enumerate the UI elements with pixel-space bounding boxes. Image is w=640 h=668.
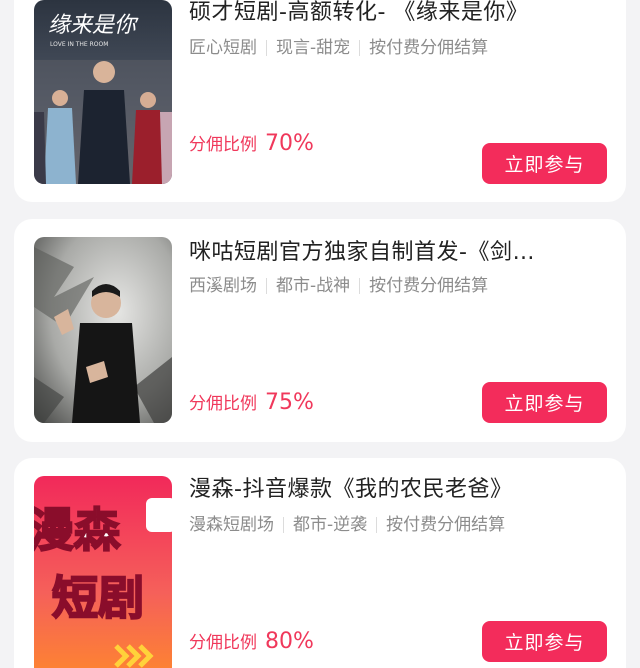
tag-divider [359, 278, 361, 294]
join-button[interactable]: 立即参与 [482, 621, 607, 662]
drama-card-list: 缘来是你 LOVE IN THE ROOM 硕才短剧-高额转化- 《缘来是你》 … [0, 0, 640, 668]
commission-value: 70% [265, 131, 314, 156]
drama-poster[interactable] [34, 237, 172, 423]
drama-title[interactable]: 咪咕短剧官方独家自制首发-《剑… [189, 238, 598, 268]
poster-image: 漫森 短剧 [34, 476, 172, 668]
tag-studio: 匠心短剧 [189, 38, 257, 58]
poster-subtitle: LOVE IN THE ROOM [50, 41, 108, 48]
tag-studio: 西溪剧场 [189, 276, 257, 296]
tag-settlement: 按付费分佣结算 [369, 38, 489, 58]
poster-image: 缘来是你 LOVE IN THE ROOM [34, 0, 172, 184]
tag-divider [376, 517, 378, 533]
join-button[interactable]: 立即参与 [482, 382, 607, 423]
tag-divider [359, 40, 361, 56]
commission-label: 分佣比例 [189, 394, 257, 414]
commission-ratio: 分佣比例 70% [189, 130, 314, 159]
tag-settlement: 按付费分佣结算 [369, 276, 489, 296]
drama-poster[interactable]: 缘来是你 LOVE IN THE ROOM [34, 0, 172, 184]
drama-card[interactable]: 咪咕短剧官方独家自制首发-《剑… 西溪剧场 都市-战神 按付费分佣结算 分佣比例… [14, 219, 626, 442]
poster-image [34, 237, 172, 423]
commission-label: 分佣比例 [189, 135, 257, 155]
commission-ratio: 分佣比例 75% [189, 389, 314, 418]
commission-value: 75% [265, 390, 314, 415]
drama-tags: 西溪剧场 都市-战神 按付费分佣结算 [189, 274, 606, 298]
poster-line2: 短剧 [52, 571, 144, 625]
drama-title[interactable]: 硕才短剧-高额转化- 《缘来是你》 [189, 0, 598, 28]
tag-settlement: 按付费分佣结算 [386, 515, 506, 535]
drama-title[interactable]: 漫森-抖音爆款《我的农民老爸》 [189, 475, 598, 505]
tag-genre: 现言-甜宠 [276, 38, 351, 58]
poster-line1: 漫森 [34, 503, 121, 557]
join-button[interactable]: 立即参与 [482, 143, 607, 184]
tag-genre: 都市-战神 [276, 276, 351, 296]
tag-divider [266, 40, 267, 56]
commission-ratio: 分佣比例 80% [189, 628, 314, 657]
poster-title: 缘来是你 [48, 13, 139, 38]
commission-value: 80% [265, 629, 314, 654]
commission-label: 分佣比例 [189, 633, 257, 653]
tag-studio: 漫森短剧场 [189, 515, 274, 535]
tag-divider [266, 278, 267, 294]
tag-genre: 都市-逆袭 [293, 515, 368, 535]
drama-card[interactable]: 缘来是你 LOVE IN THE ROOM 硕才短剧-高额转化- 《缘来是你》 … [14, 0, 626, 202]
drama-tags: 匠心短剧 现言-甜宠 按付费分佣结算 [189, 36, 606, 60]
drama-tags: 漫森短剧场 都市-逆袭 按付费分佣结算 [189, 513, 606, 537]
drama-card[interactable]: 漫森 短剧 漫森-抖音爆款《我的农民老爸》 漫森短剧场 都市-逆袭 按付费分佣结… [14, 458, 626, 668]
tag-divider [283, 517, 284, 533]
drama-poster[interactable]: 漫森 短剧 [34, 476, 172, 668]
